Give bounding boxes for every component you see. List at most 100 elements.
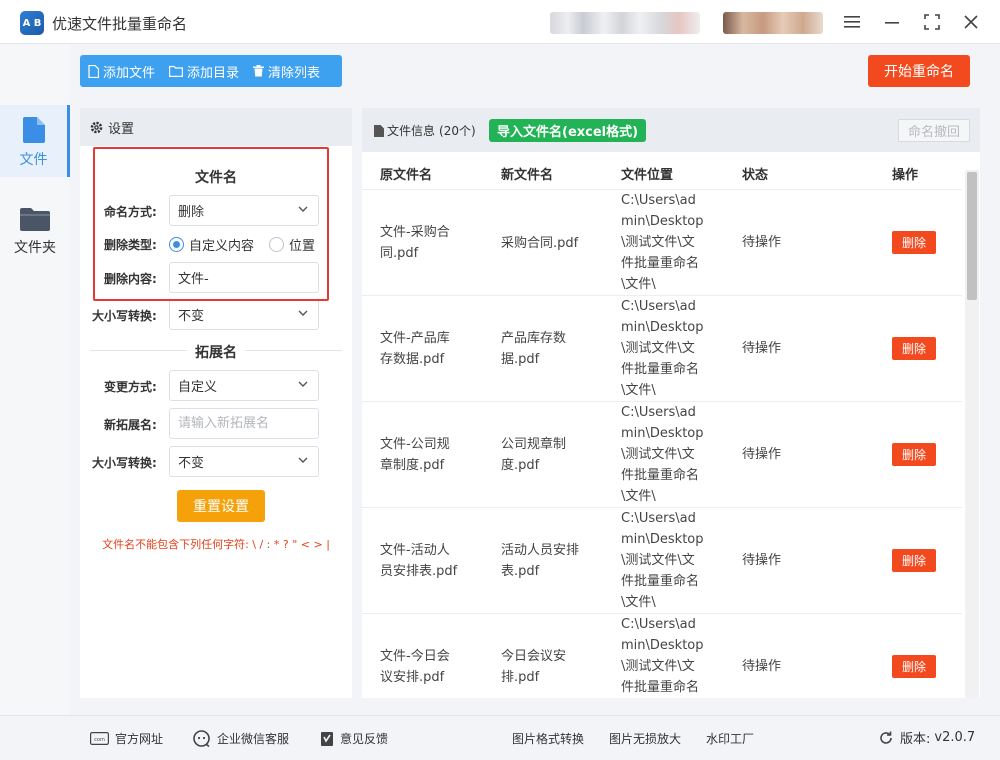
toolbar: 添加文件 添加目录 清除列表: [80, 55, 342, 87]
wechat-icon: [193, 730, 210, 747]
extension-section-title: 拓展名: [80, 342, 352, 362]
original-filename-cell-line: 员安排表.pdf: [380, 564, 458, 579]
file-location-line: min\Desktop: [621, 426, 704, 441]
original-filename-cell: 文件-产品库 存数据.pdf: [380, 328, 450, 370]
minimize-icon[interactable]: [880, 10, 904, 34]
table-body: 文件-采购合 同.pdf 采购合同.pdf C:\Users\ad min\Deskto…: [362, 108, 962, 698]
naming-mode-value: 删除: [178, 205, 205, 220]
add-directory-button[interactable]: 添加目录: [169, 62, 239, 81]
delete-row-button[interactable]: 删除: [892, 231, 936, 254]
new-filename-cell-line: 今日会议安: [501, 649, 567, 664]
version-number: v2.0.7: [934, 730, 976, 745]
nav-item-label: 文件夹: [14, 240, 56, 256]
folder-add-icon: [169, 65, 184, 77]
new-filename-cell: 今日会议安排.pdf: [501, 646, 566, 688]
delete-row-button[interactable]: 删除: [892, 655, 936, 678]
delete-content-input[interactable]: [169, 262, 319, 293]
file-location-cell: C:\Users\ad min\Desktop \测试文件\文 件批量重命名 \文件\: [621, 508, 704, 613]
website-label: 官方网址: [115, 732, 164, 746]
start-rename-button[interactable]: 开始重命名: [868, 55, 970, 87]
new-ext-input[interactable]: [169, 408, 319, 439]
new-filename-cell: 活动人员安排 表.pdf: [501, 540, 579, 582]
original-filename-cell-line: 文件-采购合: [380, 225, 450, 240]
naming-mode-select[interactable]: 删除: [169, 195, 319, 226]
svg-text:com: com: [94, 737, 105, 743]
new-filename-cell-line: 表.pdf: [501, 564, 540, 579]
table-row[interactable]: 文件-采购合 同.pdf 采购合同.pdf C:\Users\ad min\Deskto…: [362, 190, 962, 296]
menu-icon[interactable]: [840, 10, 864, 34]
version-label: 版本:: [900, 732, 931, 747]
original-filename-cell: 文件-今日会 议安排.pdf: [380, 646, 450, 688]
blurred-account-info: [550, 12, 700, 34]
original-filename-cell-line: 文件-活动人: [380, 543, 450, 558]
maximize-icon[interactable]: [920, 10, 944, 34]
file-location-line: min\Desktop: [621, 638, 704, 653]
add-file-button[interactable]: 添加文件: [88, 62, 155, 81]
ext-mode-select[interactable]: 自定义: [169, 370, 319, 401]
new-filename-cell-line: 排.pdf: [501, 670, 540, 685]
file-location-line: \文件\: [621, 595, 656, 610]
reset-settings-button[interactable]: 重置设置: [177, 490, 265, 522]
filename-section-title: 文件名: [195, 170, 237, 186]
chevron-down-icon: [298, 457, 308, 463]
radio-label: 自定义内容: [189, 239, 255, 254]
file-location-line: C:\Users\ad: [621, 511, 696, 526]
file-location-line: \测试文件\文: [621, 659, 695, 674]
nav-item-file[interactable]: 文件: [0, 105, 70, 177]
trash-icon: [253, 65, 265, 77]
close-icon[interactable]: [959, 10, 983, 34]
radio-position[interactable]: 位置: [269, 235, 315, 254]
file-location-line: C:\Users\ad: [621, 299, 696, 314]
status-cell: 待操作: [742, 235, 782, 250]
original-filename-cell-line: 章制度.pdf: [380, 458, 445, 473]
settings-panel: 设置 文件名 命名方式: 删除 删除类型: 自定义内容 位置 删除内容: 大小写…: [80, 108, 352, 698]
original-filename-cell: 文件-活动人 员安排表.pdf: [380, 540, 457, 582]
image-convert-link[interactable]: 图片格式转换: [512, 730, 584, 747]
case-convert-select[interactable]: 不变: [169, 299, 319, 330]
radio-dot: [269, 237, 284, 252]
file-location-line: min\Desktop: [621, 532, 704, 547]
refresh-icon: [880, 731, 892, 744]
file-location-cell: C:\Users\ad min\Desktop \测试文件\文 件批量重命名: [621, 614, 704, 698]
settings-title: 设置: [108, 121, 135, 137]
delete-row-button[interactable]: 删除: [892, 337, 936, 360]
table-row[interactable]: 文件-产品库 存数据.pdf 产品库存数 据.pdf C:\Users\ad min\De…: [362, 296, 962, 402]
table-row[interactable]: 文件-今日会 议安排.pdf 今日会议安 排.pdf C:\Users\ad min\De…: [362, 614, 962, 698]
wechat-label: 企业微信客服: [217, 732, 290, 746]
radio-custom-content[interactable]: 自定义内容: [169, 235, 254, 254]
scrollbar[interactable]: [965, 170, 979, 698]
file-location-line: 件批量重命名: [621, 468, 700, 483]
naming-mode-label: 命名方式:: [104, 205, 157, 219]
delete-row-button[interactable]: 删除: [892, 549, 936, 572]
new-filename-cell-line: 产品库存数: [501, 331, 567, 346]
wechat-support-link[interactable]: 企业微信客服: [193, 730, 289, 747]
nav-item-folder[interactable]: 文件夹: [0, 185, 70, 257]
ext-case-select[interactable]: 不变: [169, 446, 319, 477]
feedback-link[interactable]: 意见反馈: [320, 730, 388, 747]
ext-case-label: 大小写转换:: [92, 456, 157, 470]
file-location-line: 件批量重命名: [621, 256, 700, 271]
delete-content-label: 删除内容:: [104, 272, 157, 286]
file-location-line: \文件\: [621, 383, 656, 398]
title-bar: A B 优速文件批量重命名: [0, 0, 1000, 44]
case-convert-value: 不变: [178, 309, 205, 324]
new-ext-label: 新拓展名:: [104, 418, 157, 432]
clear-list-button[interactable]: 清除列表: [253, 62, 320, 81]
table-row[interactable]: 文件-活动人 员安排表.pdf 活动人员安排 表.pdf C:\Users\ad min\…: [362, 508, 962, 614]
ext-mode-value: 自定义: [178, 380, 218, 395]
status-cell: 待操作: [742, 341, 782, 356]
image-enlarge-link[interactable]: 图片无损放大: [609, 730, 681, 747]
new-filename-cell: 产品库存数 据.pdf: [501, 328, 566, 370]
website-link[interactable]: com 官方网址: [90, 730, 163, 747]
file-list-panel: 文件信息 (20个) 导入文件名(excel格式) 命名撤回 原文件名 新文件名…: [362, 108, 980, 698]
scroll-thumb[interactable]: [967, 172, 977, 300]
delete-row-button[interactable]: 删除: [892, 443, 936, 466]
chevron-down-icon: [298, 381, 308, 387]
file-location-line: min\Desktop: [621, 320, 704, 335]
filename-warning: 文件名不能包含下列任何字符: \ / : * ? " < > |: [102, 538, 330, 551]
table-row[interactable]: 文件-公司规 章制度.pdf 公司规章制 度.pdf C:\Users\ad min\De…: [362, 402, 962, 508]
file-location-line: 件批量重命名: [621, 362, 700, 377]
clear-list-label: 清除列表: [268, 65, 321, 81]
feedback-label: 意见反馈: [340, 732, 389, 746]
watermark-link[interactable]: 水印工厂: [706, 730, 754, 747]
